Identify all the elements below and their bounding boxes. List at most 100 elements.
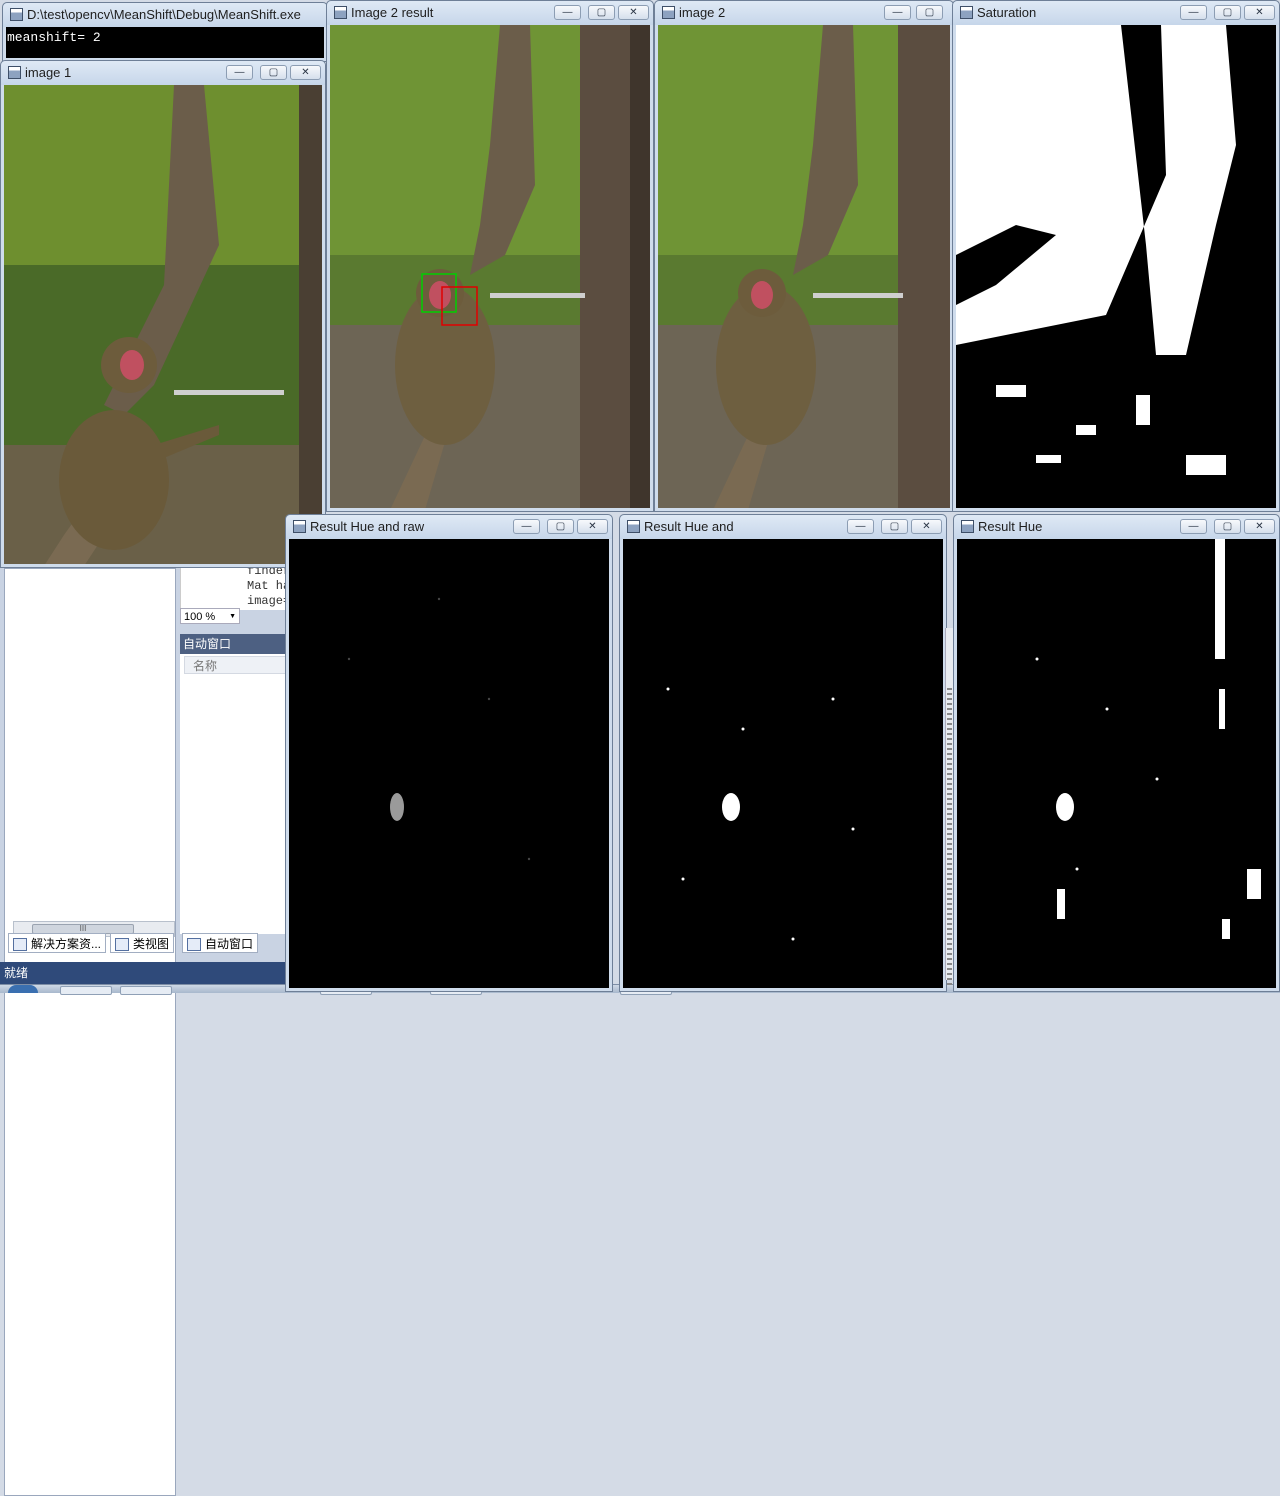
monkey-photo	[658, 25, 950, 508]
close-icon[interactable]: ✕	[577, 519, 608, 534]
zoom-select[interactable]: 100 % ▼	[180, 608, 240, 624]
scrollbar-mark	[947, 733, 952, 735]
scrollbar-mark	[947, 748, 952, 750]
tab-class-view[interactable]: 类视图	[110, 933, 175, 953]
solution-explorer-icon	[13, 938, 27, 951]
window-app-icon	[961, 520, 974, 533]
minimize-icon[interactable]: —	[1180, 5, 1207, 20]
window-title: Result Hue and raw	[310, 519, 425, 534]
scrollbar-mark	[947, 933, 952, 935]
tab-solution-explorer[interactable]: 解决方案资...	[8, 933, 107, 953]
scrollbar-mark	[947, 948, 952, 950]
scrollbar-mark	[947, 858, 952, 860]
scrollbar-mark	[947, 883, 952, 885]
image-canvas	[623, 539, 943, 988]
scrollbar-mark	[947, 803, 952, 805]
scrollbar-mark	[947, 818, 952, 820]
image-canvas	[289, 539, 609, 988]
scrollbar-mark	[947, 958, 952, 960]
window-app-icon	[960, 6, 973, 19]
tab-auto-window[interactable]: 自动窗口	[182, 933, 259, 953]
scrollbar-mark	[947, 908, 952, 910]
image-canvas	[956, 25, 1276, 508]
scrollbar-mark	[947, 923, 952, 925]
status-bar: 就绪	[0, 962, 290, 984]
scrollbar-mark	[947, 693, 952, 695]
close-icon[interactable]: ✕	[290, 65, 321, 80]
close-icon[interactable]: ✕	[1244, 519, 1275, 534]
scrollbar-mark	[947, 783, 952, 785]
scrollbar-mark	[947, 938, 952, 940]
scrollbar-mark	[947, 823, 952, 825]
scrollbar-mark	[947, 828, 952, 830]
scrollbar-mark	[947, 963, 952, 965]
maximize-icon[interactable]: ▢	[916, 5, 943, 20]
console-window[interactable]: D:\test\opencv\MeanShift\Debug\MeanShift…	[2, 2, 328, 62]
close-icon[interactable]: ✕	[618, 5, 649, 20]
maximize-icon[interactable]: ▢	[1214, 519, 1241, 534]
title-bar[interactable]: Result Hue and — ▢ ✕	[620, 515, 946, 539]
title-bar[interactable]: image 1 — ▢ ✕	[1, 61, 325, 85]
scrollbar-mark	[947, 738, 952, 740]
scrollbar-mark	[947, 913, 952, 915]
close-icon[interactable]: ✕	[911, 519, 942, 534]
scrollbar-mark	[947, 768, 952, 770]
minimize-icon[interactable]: —	[554, 5, 581, 20]
auto-window-panel: 名称	[180, 654, 290, 934]
title-bar[interactable]: Image 2 result — ▢ ✕	[327, 1, 653, 25]
title-bar[interactable]: image 2 — ▢	[655, 1, 953, 25]
window-title: image 2	[679, 5, 726, 20]
close-icon[interactable]: ✕	[1244, 5, 1275, 20]
maximize-icon[interactable]: ▢	[260, 65, 287, 80]
tab-label: 自动窗口	[205, 937, 254, 951]
image-2-result-window[interactable]: Image 2 result — ▢ ✕	[326, 0, 654, 512]
status-text: 就绪	[4, 966, 29, 980]
taskbar-button[interactable]	[120, 986, 172, 995]
scrollbar-mark	[947, 698, 952, 700]
title-bar[interactable]: Result Hue and raw — ▢ ✕	[286, 515, 612, 539]
taskbar-button[interactable]	[60, 986, 112, 995]
zoom-dropdown-arrow-icon[interactable]: ▼	[229, 609, 236, 625]
name-column-header[interactable]: 名称	[184, 656, 290, 674]
scrollbar-mark	[947, 688, 952, 690]
window-app-icon	[662, 6, 675, 19]
scrollbar-mark	[947, 808, 952, 810]
code-line: Mat ha	[247, 579, 291, 593]
title-bar[interactable]: D:\test\opencv\MeanShift\Debug\MeanShift…	[3, 3, 327, 27]
tab-label: 类视图	[133, 937, 170, 951]
window-app-icon	[10, 8, 23, 21]
result-hue-and-raw-window[interactable]: Result Hue and raw — ▢ ✕	[285, 514, 613, 992]
image-2-window[interactable]: image 2 — ▢	[654, 0, 954, 512]
console-output: meanshift= 2	[6, 27, 324, 58]
hue-mask	[957, 539, 1276, 988]
window-app-icon	[293, 520, 306, 533]
window-title: Saturation	[977, 5, 1037, 20]
window-app-icon	[8, 66, 21, 79]
scrollbar-mark	[947, 843, 952, 845]
image-1-window[interactable]: image 1 — ▢ ✕	[0, 60, 326, 568]
scrollbar-mark	[947, 753, 952, 755]
image-canvas	[957, 539, 1276, 988]
minimize-icon[interactable]: —	[884, 5, 911, 20]
maximize-icon[interactable]: ▢	[1214, 5, 1241, 20]
minimize-icon[interactable]: —	[513, 519, 540, 534]
window-app-icon	[627, 520, 640, 533]
scrollbar-mark	[947, 868, 952, 870]
scrollbar-mark	[947, 763, 952, 765]
scrollbar-mark	[947, 953, 952, 955]
minimize-icon[interactable]: —	[847, 519, 874, 534]
maximize-icon[interactable]: ▢	[547, 519, 574, 534]
minimize-icon[interactable]: —	[226, 65, 253, 80]
maximize-icon[interactable]: ▢	[881, 519, 908, 534]
title-bar[interactable]: Saturation — ▢ ✕	[953, 1, 1279, 25]
result-hue-window[interactable]: Result Hue — ▢ ✕	[953, 514, 1280, 992]
scrollbar-mark	[947, 793, 952, 795]
scrollbar-mark	[947, 723, 952, 725]
result-hue-and-window[interactable]: Result Hue and — ▢ ✕	[619, 514, 947, 992]
maximize-icon[interactable]: ▢	[588, 5, 615, 20]
solution-explorer-panel[interactable]: III	[4, 568, 176, 1496]
minimize-icon[interactable]: —	[1180, 519, 1207, 534]
title-bar[interactable]: Result Hue — ▢ ✕	[954, 515, 1279, 539]
image-canvas	[4, 85, 322, 564]
saturation-window[interactable]: Saturation — ▢ ✕	[952, 0, 1280, 512]
